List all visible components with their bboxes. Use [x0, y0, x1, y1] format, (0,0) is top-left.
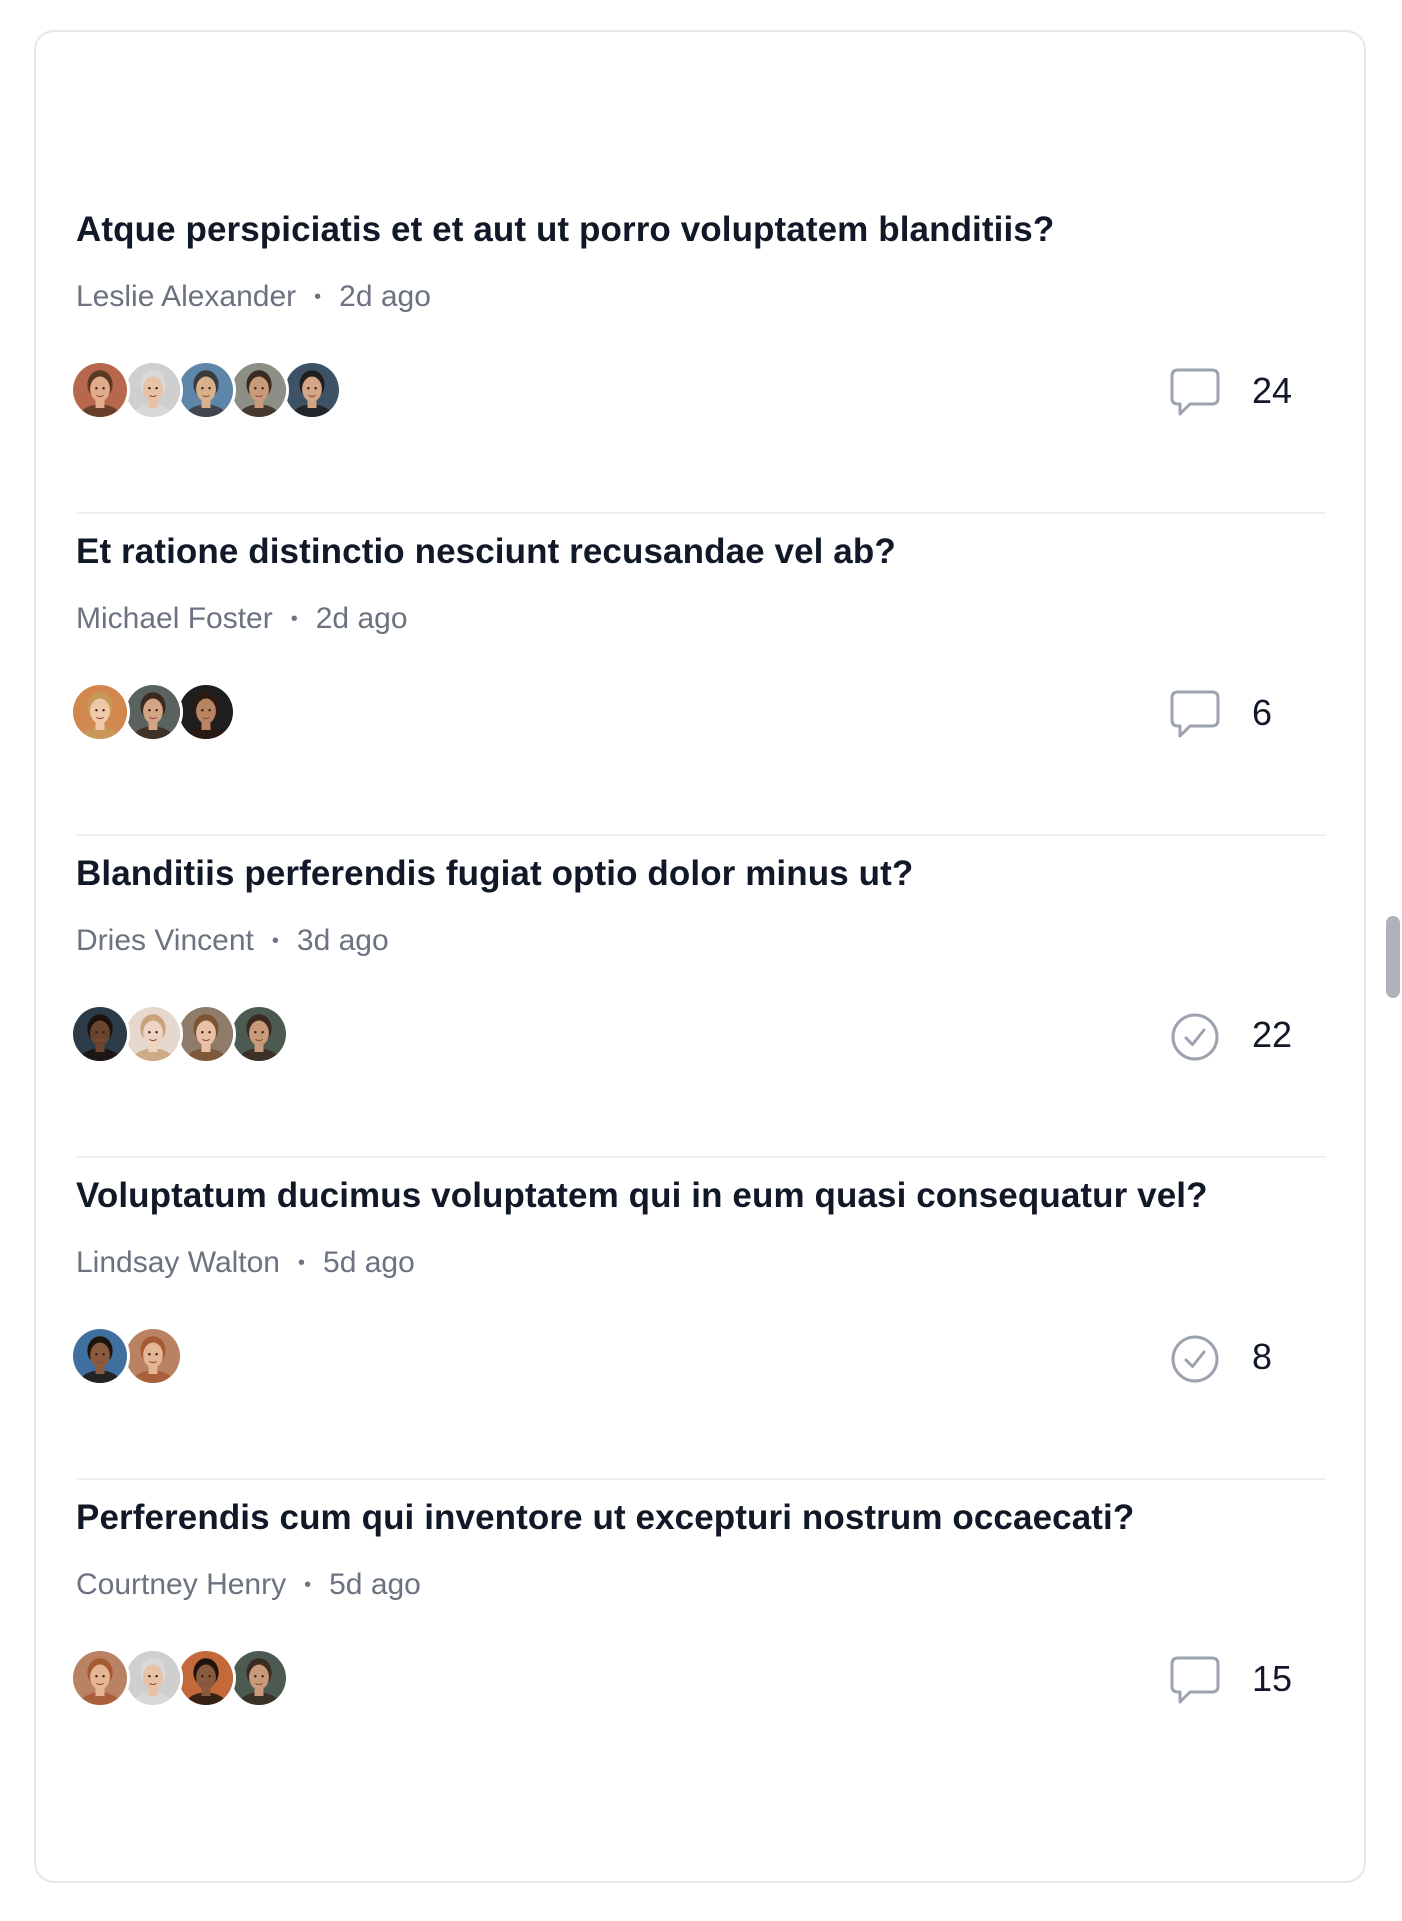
avatar[interactable] [70, 1004, 130, 1064]
participant-avatars [70, 1326, 183, 1386]
discussion-meta: Courtney Henry • 5d ago [76, 1568, 421, 1602]
comment-count: 8 [1252, 1336, 1273, 1377]
list-item[interactable]: Perferendis cum qui inventore ut exceptu… [70, 1480, 1326, 1802]
comment-stat: 24 [1166, 358, 1326, 422]
avatar-image [126, 685, 180, 739]
timestamp: 2d ago [315, 602, 408, 635]
comment-count: 15 [1252, 1658, 1293, 1699]
timestamp: 3d ago [296, 924, 389, 957]
avatar[interactable] [229, 360, 289, 420]
comment-stat: 15 [1166, 1646, 1326, 1710]
avatar-image [126, 1007, 180, 1061]
avatar[interactable] [123, 1326, 183, 1386]
author-name[interactable]: Michael Foster [76, 602, 273, 636]
avatar[interactable] [176, 682, 236, 742]
avatar[interactable] [70, 1648, 130, 1708]
avatar-image [73, 1651, 127, 1705]
participant-avatars [70, 682, 236, 742]
discussion-list: Atque perspiciatis et et aut ut porro vo… [70, 192, 1326, 1802]
avatar[interactable] [282, 360, 342, 420]
discussion-title[interactable]: Voluptatum ducimus voluptatem qui in eum… [76, 1176, 1208, 1216]
author-name[interactable]: Lindsay Walton [76, 1246, 280, 1280]
discussion-meta: Lindsay Walton • 5d ago [76, 1246, 415, 1280]
avatar[interactable] [229, 1648, 289, 1708]
discussion-title[interactable]: Atque perspiciatis et et aut ut porro vo… [76, 210, 1054, 250]
discussion-title[interactable]: Perferendis cum qui inventore ut exceptu… [76, 1498, 1134, 1538]
avatar-image [179, 363, 233, 417]
avatar-image [126, 363, 180, 417]
separator-dot: • [314, 286, 322, 308]
avatar-image [232, 1007, 286, 1061]
list-item[interactable]: Atque perspiciatis et et aut ut porro vo… [70, 192, 1326, 514]
avatar[interactable] [229, 1004, 289, 1064]
avatar[interactable] [176, 360, 236, 420]
avatar-image [179, 1651, 233, 1705]
avatar-image [232, 1651, 286, 1705]
avatar[interactable] [123, 360, 183, 420]
discussion-meta: Michael Foster • 2d ago [76, 602, 408, 636]
avatar[interactable] [176, 1004, 236, 1064]
timestamp: 5d ago [329, 1568, 421, 1601]
comment-count: 24 [1252, 370, 1293, 411]
avatar[interactable] [70, 360, 130, 420]
discussion-title[interactable]: Blanditiis perferendis fugiat optio dolo… [76, 854, 913, 894]
avatar[interactable] [123, 682, 183, 742]
timestamp: 5d ago [323, 1246, 415, 1279]
chat-bubble-icon [1166, 686, 1224, 744]
avatar-image [285, 363, 339, 417]
discussion-meta: Leslie Alexander • 2d ago [76, 280, 431, 314]
avatar-image [126, 1651, 180, 1705]
participant-avatars [70, 1004, 289, 1064]
avatar-image [126, 1329, 180, 1383]
comment-count: 22 [1252, 1014, 1293, 1055]
comment-stat: 22 [1166, 1002, 1326, 1066]
scrollbar-thumb[interactable] [1386, 916, 1400, 998]
separator-dot: • [304, 1574, 312, 1596]
list-item[interactable]: Voluptatum ducimus voluptatem qui in eum… [70, 1158, 1326, 1480]
list-item[interactable]: Et ratione distinctio nesciunt recusanda… [70, 514, 1326, 836]
avatar-image [73, 1007, 127, 1061]
avatar-image [73, 363, 127, 417]
chat-bubble-icon [1166, 1652, 1224, 1710]
avatar[interactable] [123, 1004, 183, 1064]
avatar-image [73, 1329, 127, 1383]
participant-avatars [70, 1648, 289, 1708]
discussion-title[interactable]: Et ratione distinctio nesciunt recusanda… [76, 532, 896, 572]
list-item[interactable]: Blanditiis perferendis fugiat optio dolo… [70, 836, 1326, 1158]
author-name[interactable]: Dries Vincent [76, 924, 254, 958]
check-circle-icon [1166, 1330, 1224, 1388]
author-name[interactable]: Leslie Alexander [76, 280, 296, 314]
avatar-image [232, 363, 286, 417]
separator-dot: • [271, 930, 279, 952]
author-name[interactable]: Courtney Henry [76, 1568, 286, 1602]
check-circle-icon [1166, 1008, 1224, 1066]
separator-dot: • [298, 1252, 306, 1274]
avatar[interactable] [176, 1648, 236, 1708]
avatar[interactable] [123, 1648, 183, 1708]
discussion-meta: Dries Vincent • 3d ago [76, 924, 389, 958]
comment-count: 6 [1252, 692, 1273, 733]
comment-stat: 6 [1166, 680, 1326, 744]
participant-avatars [70, 360, 342, 420]
avatar[interactable] [70, 1326, 130, 1386]
avatar-image [179, 1007, 233, 1061]
avatar-image [179, 685, 233, 739]
separator-dot: • [290, 608, 298, 630]
avatar[interactable] [70, 682, 130, 742]
avatar-image [73, 685, 127, 739]
chat-bubble-icon [1166, 364, 1224, 422]
comment-stat: 8 [1166, 1324, 1326, 1388]
timestamp: 2d ago [339, 280, 431, 313]
